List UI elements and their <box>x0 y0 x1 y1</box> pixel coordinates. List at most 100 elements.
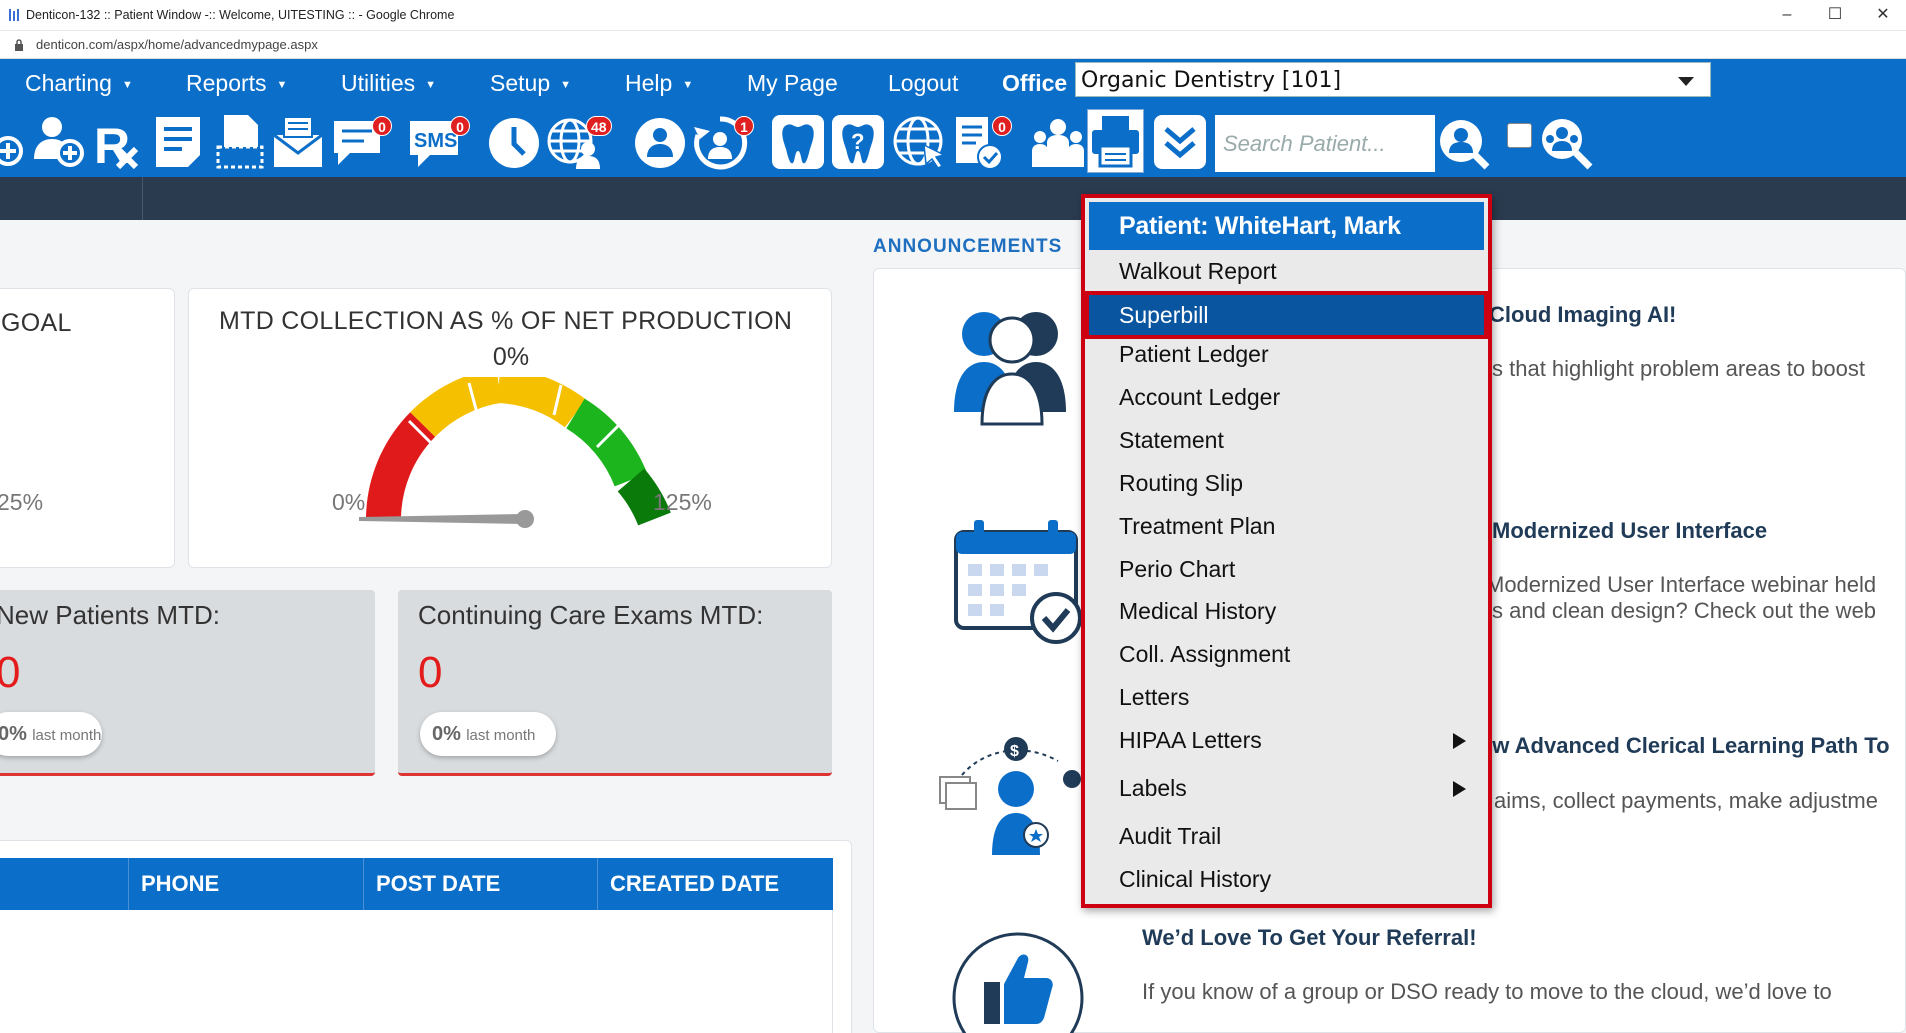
continuing-care-label: Continuing Care Exams MTD: <box>418 600 764 630</box>
menu-item-letters[interactable]: Letters <box>1089 677 1484 717</box>
continuing-care-card: Continuing Care Exams MTD: 0 0% last mon… <box>398 590 832 776</box>
menu-item-treatment-plan[interactable]: Treatment Plan <box>1089 506 1484 546</box>
app-root: Denticon-132 :: Patient Window -:: Welco… <box>0 0 1906 1033</box>
office-label: Office <box>1002 70 1068 96</box>
learning-path-icon: $ <box>939 737 1081 855</box>
patient-search-box <box>1215 115 1435 172</box>
print-document-icon[interactable] <box>212 113 268 171</box>
recall-badge: 1 <box>734 116 754 136</box>
menu-item-audit-trail[interactable]: Audit Trail <box>1089 816 1484 856</box>
family-icon[interactable] <box>1030 113 1086 171</box>
announcement-title[interactable]: Modernized User Interface <box>1492 518 1767 544</box>
chevron-down-icon <box>1678 77 1694 86</box>
chevron-down-icon: ▼ <box>682 79 694 91</box>
menu-item-labels[interactable]: Labels <box>1089 768 1484 808</box>
menu-charting[interactable]: Charting ▼ <box>25 59 133 107</box>
column-header-post-date[interactable]: POST DATE <box>363 858 597 910</box>
thumbs-up-icon <box>952 932 1084 1033</box>
continuing-care-pill: 0% last month <box>420 712 556 756</box>
window-title: Denticon-132 :: Patient Window -:: Welco… <box>26 8 455 22</box>
mail-icon[interactable] <box>270 113 326 171</box>
gauge-max-label: 125% <box>653 489 712 515</box>
menu-item-hipaa-letters[interactable]: HIPAA Letters <box>1089 720 1484 760</box>
printer-icon <box>1092 116 1139 168</box>
menu-item-patient-ledger[interactable]: Patient Ledger <box>1089 334 1484 374</box>
goal-card: GOAL 25% <box>0 288 175 568</box>
office-select[interactable]: Organic Dentistry [101] <box>1075 62 1711 97</box>
chevron-down-icon: ▼ <box>425 79 437 91</box>
collection-gauge <box>359 377 671 528</box>
add-icon[interactable] <box>0 113 28 171</box>
chevron-down-icon: ▼ <box>276 79 288 91</box>
announcement-text: Modernized User Interface webinar held <box>1486 572 1877 597</box>
print-button-active[interactable] <box>1087 109 1144 173</box>
office-value: Organic Dentistry [101] <box>1081 68 1342 93</box>
patient-search-input[interactable] <box>1215 115 1435 172</box>
collapse-down-icon[interactable] <box>1152 113 1208 171</box>
continuing-care-value: 0 <box>418 648 443 697</box>
web-click-icon[interactable] <box>892 113 948 171</box>
submenu-arrow-icon <box>1453 781 1466 797</box>
patient-search-button[interactable] <box>1435 115 1490 172</box>
chevron-down-icon: ▼ <box>121 79 133 91</box>
menu-my-page[interactable]: My Page <box>747 59 838 107</box>
chevron-down-icon: ▼ <box>560 79 571 91</box>
menu-label: Help <box>625 70 673 96</box>
announcement-title[interactable]: ew Advanced Clerical Learning Path To <box>1480 733 1890 759</box>
sms-icon-label: SMS <box>414 130 457 152</box>
submenu-arrow-icon <box>1453 733 1466 749</box>
online-badge: 48 <box>586 116 612 136</box>
announcement-title[interactable]: Cloud Imaging AI! <box>1489 302 1676 328</box>
tooth-icon[interactable] <box>770 113 826 171</box>
menu-item-label: HIPAA Letters <box>1119 727 1262 753</box>
clock-icon[interactable] <box>486 113 542 171</box>
prescription-icon[interactable]: R <box>90 113 146 171</box>
announcement-title[interactable]: We’d Love To Get Your Referral! <box>1142 925 1477 951</box>
minimize-button[interactable]: – <box>1764 3 1810 27</box>
menu-item-perio-chart[interactable]: Perio Chart <box>1089 549 1484 589</box>
new-patients-label: New Patients MTD: <box>0 600 220 630</box>
menu-label: Reports <box>186 70 267 96</box>
menu-help[interactable]: Help ▼ <box>625 59 693 107</box>
goal-max-label: 25% <box>0 489 44 515</box>
column-header-created-date[interactable]: CREATED DATE <box>597 858 833 910</box>
browser-titlebar: Denticon-132 :: Patient Window -:: Welco… <box>0 0 1906 31</box>
menu-item-superbill[interactable]: Superbill <box>1085 291 1488 339</box>
toolbar-checkbox[interactable] <box>1507 123 1532 148</box>
collection-value: 0% <box>492 343 530 371</box>
menu-reports[interactable]: Reports ▼ <box>186 59 287 107</box>
announcement-text: aims, collect payments, make adjustme <box>1494 788 1878 813</box>
menu-item-clinical-history[interactable]: Clinical History <box>1089 859 1484 899</box>
new-patients-card: New Patients MTD: 0 0% last month <box>0 590 375 776</box>
menu-utilities[interactable]: Utilities ▼ <box>341 59 436 107</box>
url-text: denticon.com/aspx/home/advancedmypage.as… <box>36 37 318 52</box>
menu-item-coll-assignment[interactable]: Coll. Assignment <box>1089 634 1484 674</box>
forms-badge: 0 <box>992 116 1012 136</box>
address-bar[interactable]: denticon.com/aspx/home/advancedmypage.as… <box>0 31 1906 59</box>
table-body <box>0 910 833 1033</box>
messages-badge: 0 <box>372 116 392 136</box>
sub-navigation-strip <box>0 177 1906 220</box>
svg-text:$: $ <box>1010 743 1019 760</box>
patient-lookup-icon[interactable] <box>1538 113 1594 171</box>
pill-text: last month <box>466 727 536 744</box>
column-header-phone[interactable]: PHONE <box>128 858 363 910</box>
menu-setup[interactable]: Setup ▼ <box>490 59 571 107</box>
menu-item-account-ledger[interactable]: Account Ledger <box>1089 377 1484 417</box>
menu-item-routing-slip[interactable]: Routing Slip <box>1089 463 1484 503</box>
dropdown-patient-header: Patient: WhiteHart, Mark <box>1089 202 1484 250</box>
menu-item-medical-history[interactable]: Medical History <box>1089 591 1484 631</box>
menu-logout[interactable]: Logout <box>888 59 958 107</box>
search-user-icon <box>1440 120 1490 170</box>
tooth-help-icon[interactable]: ? <box>830 113 886 171</box>
menu-item-walkout-report[interactable]: Walkout Report <box>1089 251 1484 291</box>
notes-icon[interactable] <box>150 113 206 171</box>
add-patient-icon[interactable] <box>30 113 86 171</box>
svg-text:?: ? <box>851 129 864 154</box>
close-button[interactable]: ✕ <box>1860 3 1906 27</box>
web-user-icon[interactable] <box>632 113 688 171</box>
maximize-button[interactable]: ☐ <box>1812 3 1858 27</box>
menu-item-statement[interactable]: Statement <box>1089 420 1484 460</box>
announcements-heading: ANNOUNCEMENTS <box>873 236 1063 257</box>
calendar-check-icon <box>954 520 1082 644</box>
